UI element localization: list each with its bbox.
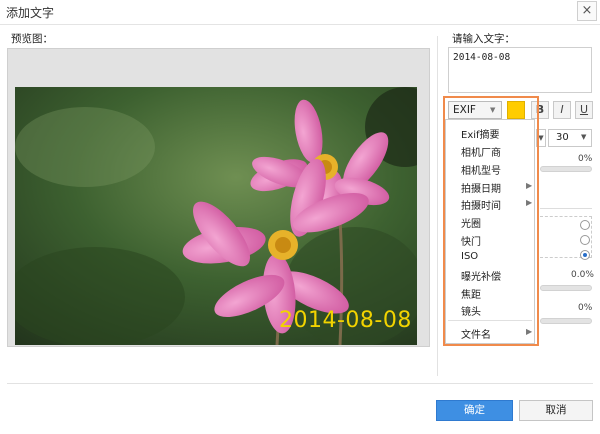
chevron-down-icon: ▼	[581, 133, 587, 141]
underline-button[interactable]: U	[575, 101, 593, 119]
slider-value-3: 0%	[578, 303, 593, 313]
font-size-select[interactable]: 30 ▼	[548, 129, 592, 147]
text-input[interactable]: 2014-08-08	[448, 47, 592, 93]
position-radio-3[interactable]	[580, 250, 590, 260]
opacity-slider[interactable]	[540, 166, 592, 172]
dialog-title: 添加文字	[6, 6, 55, 20]
title-bar	[0, 0, 600, 24]
slider-value-2: 0.0%	[571, 270, 594, 280]
italic-button[interactable]: I	[553, 101, 571, 119]
section-divider	[540, 208, 592, 209]
position-radio-1[interactable]	[580, 220, 590, 230]
slider-value-1: 0%	[578, 154, 593, 164]
shadow-slider[interactable]	[540, 318, 592, 324]
position-radio-2[interactable]	[580, 235, 590, 245]
cancel-button[interactable]: 取消	[519, 400, 593, 421]
font-size-value: 30	[556, 132, 569, 143]
highlight-frame	[443, 96, 539, 346]
panel-divider	[437, 36, 438, 376]
preview-image	[15, 87, 417, 345]
close-button[interactable]: ×	[577, 1, 597, 21]
preview-label: 预览图：	[11, 33, 53, 45]
spacing-slider[interactable]	[540, 285, 592, 291]
footer-divider	[7, 383, 593, 384]
input-label: 请输入文字：	[452, 33, 515, 45]
ok-button[interactable]: 确定	[436, 400, 513, 421]
close-icon: ×	[581, 3, 593, 18]
title-divider	[0, 24, 600, 25]
preview-overlay-text[interactable]: 2014-08-08	[279, 308, 412, 333]
